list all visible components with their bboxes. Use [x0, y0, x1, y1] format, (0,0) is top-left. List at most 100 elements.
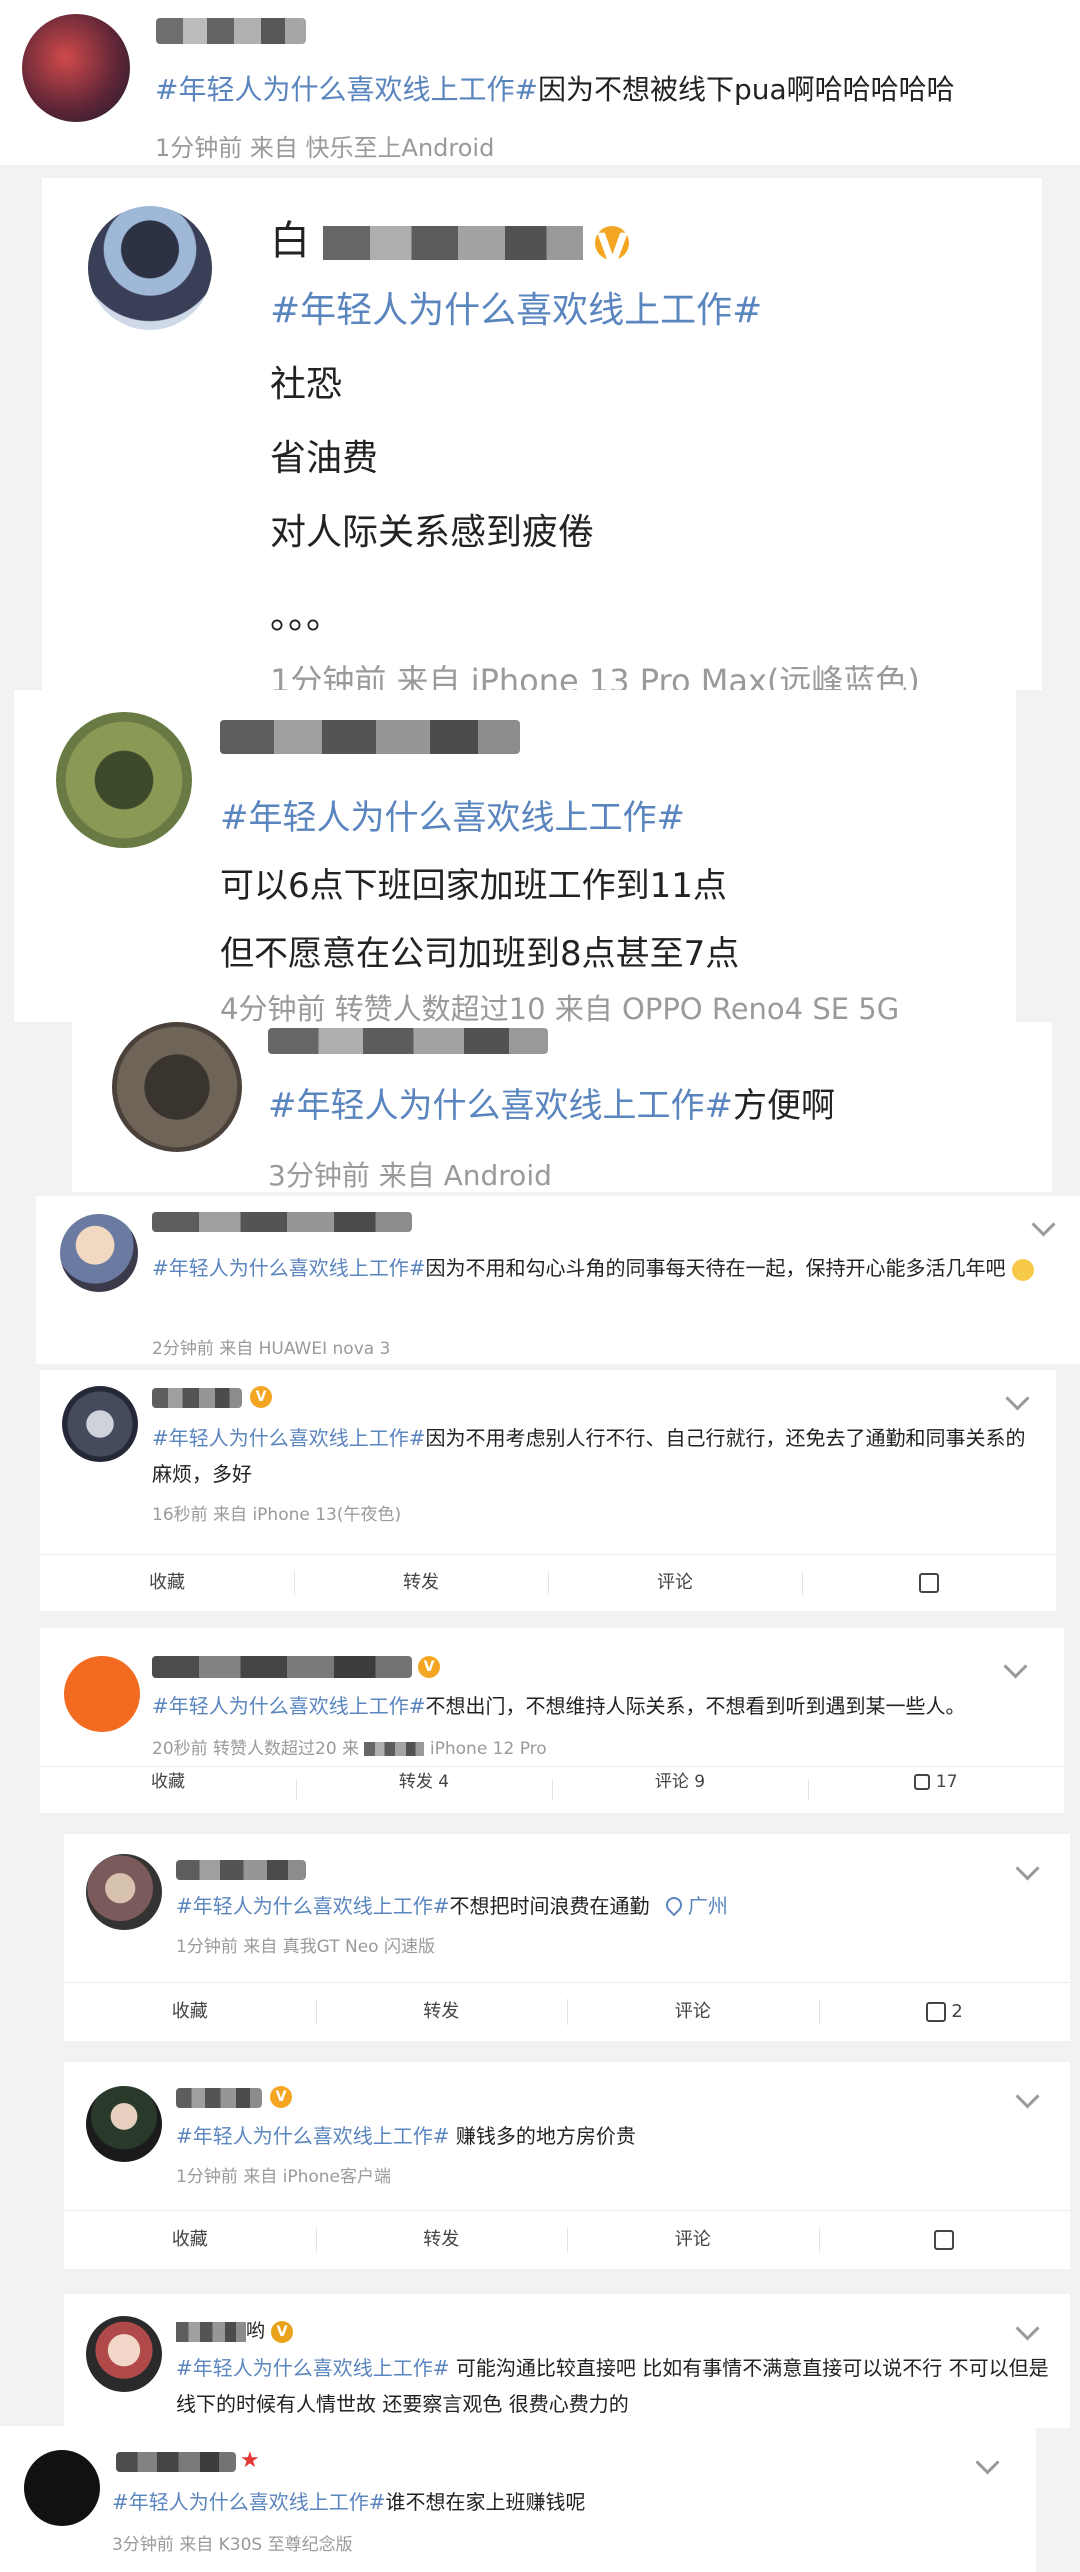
chevron-down-icon[interactable]: [1015, 1856, 1040, 1881]
repost-button[interactable]: 转发: [315, 1983, 568, 2041]
post-meta: 3分钟前 来自 Android: [268, 1159, 552, 1192]
like-button[interactable]: 17: [808, 1767, 1064, 1813]
post-meta: 1分钟前 来自 iPhone客户端: [176, 2167, 392, 2187]
avatar[interactable]: [112, 1022, 242, 1152]
verified-badge-icon: V: [270, 2086, 292, 2108]
action-bar: 收藏 转发 评论: [40, 1554, 1056, 1611]
star-badge-icon: ★: [240, 2448, 260, 2473]
thumbs-up-icon: [925, 2002, 946, 2022]
thumbs-up-icon: [934, 2230, 955, 2250]
post-text: #年轻人为什么喜欢线上工作# 可能沟通比较直接吧 比如有事情不满意直接可以说不行…: [176, 2356, 1049, 2416]
post-meta: 1分钟前 来自 真我GT Neo 闪速版: [176, 1937, 435, 1957]
username-blurred: [176, 2321, 246, 2342]
chevron-down-icon[interactable]: [975, 2450, 1000, 2475]
avatar[interactable]: [88, 206, 212, 330]
post-meta: 3分钟前 来自 K30S 至尊纪念版: [112, 2535, 353, 2555]
post-text: #年轻人为什么喜欢线上工作# 社恐 省油费 对人际关系感到疲倦 。。。: [270, 274, 762, 654]
username-blurred[interactable]: [152, 1656, 412, 1678]
like-button[interactable]: [818, 2211, 1071, 2269]
hashtag-link[interactable]: #年轻人为什么喜欢线上工作#: [152, 1694, 426, 1718]
post-meta: 16秒前 来自 iPhone 13(午夜色): [152, 1505, 402, 1525]
chevron-down-icon[interactable]: [1031, 1212, 1056, 1237]
action-bar: 收藏 转发 评论: [64, 2210, 1070, 2269]
post-card-9: V #年轻人为什么喜欢线上工作# 赚钱多的地方房价贵 1分钟前 来自 iPhon…: [64, 2062, 1070, 2269]
like-button[interactable]: [802, 1555, 1056, 1611]
emoji-icon: [1011, 1258, 1034, 1281]
repost-button[interactable]: 转发: [315, 2211, 568, 2269]
post-card-2: 白 V #年轻人为什么喜欢线上工作# 社恐 省油费 对人际关系感到疲倦 。。。 …: [42, 178, 1042, 700]
action-bar: 收藏 转发 评论 2: [64, 1982, 1070, 2041]
comment-button[interactable]: 评论 9: [552, 1767, 808, 1813]
post-card-7: V #年轻人为什么喜欢线上工作#不想出门，不想维持人际关系，不想看到听到遇到某一…: [40, 1628, 1064, 1813]
avatar[interactable]: [86, 2086, 162, 2162]
post-card-4: #年轻人为什么喜欢线上工作#方便啊 3分钟前 来自 Android: [72, 1022, 1052, 1192]
hashtag-link[interactable]: #年轻人为什么喜欢线上工作#: [270, 274, 762, 348]
verified-badge-icon: V: [250, 1386, 272, 1408]
username-blurred[interactable]: [152, 1212, 412, 1232]
location-link[interactable]: 广州: [656, 1893, 728, 1918]
post-text: #年轻人为什么喜欢线上工作#方便啊: [268, 1086, 835, 1126]
chevron-down-icon[interactable]: [1015, 2316, 1040, 2341]
username[interactable]: 白 V: [270, 208, 630, 272]
verified-badge-icon: V: [418, 1656, 440, 1678]
blurred-text: [364, 1742, 425, 1756]
post-card-10: 哟 V #年轻人为什么喜欢线上工作# 可能沟通比较直接吧 比如有事情不满意直接可…: [64, 2294, 1070, 2428]
post-text: #年轻人为什么喜欢线上工作#不想出门，不想维持人际关系，不想看到听到遇到某一些人…: [152, 1694, 966, 1718]
username-blurred[interactable]: [176, 1860, 306, 1880]
avatar[interactable]: [24, 2450, 100, 2526]
hashtag-link[interactable]: #年轻人为什么喜欢线上工作#: [220, 784, 739, 852]
chevron-down-icon[interactable]: [1015, 2084, 1040, 2109]
chevron-down-icon[interactable]: [1003, 1654, 1028, 1679]
post-text: #年轻人为什么喜欢线上工作# 赚钱多的地方房价贵: [176, 2124, 636, 2148]
favorite-button[interactable]: 收藏: [64, 1983, 316, 2041]
action-bar: 收藏 转发 4 评论 9 17: [40, 1766, 1064, 1813]
post-text: #年轻人为什么喜欢线上工作# 可以6点下班回家加班工作到11点 但不愿意在公司加…: [220, 784, 739, 988]
post-card-1: #年轻人为什么喜欢线上工作#因为不想被线下pua啊哈哈哈哈哈 1分钟前 来自 快…: [0, 0, 1080, 165]
avatar[interactable]: [22, 14, 130, 122]
thumbs-up-icon: [914, 1774, 931, 1790]
username-blurred[interactable]: [268, 1028, 548, 1054]
comment-button[interactable]: 评论: [548, 1555, 802, 1611]
avatar[interactable]: [64, 1656, 140, 1732]
hashtag-link[interactable]: #年轻人为什么喜欢线上工作#: [176, 2356, 450, 2380]
hashtag-link[interactable]: #年轻人为什么喜欢线上工作#: [112, 2490, 386, 2514]
favorite-button[interactable]: 收藏: [64, 2211, 316, 2269]
username-blurred[interactable]: [116, 2452, 236, 2472]
post-meta: 1分钟前 来自 快乐至上Android: [155, 134, 495, 162]
repost-button[interactable]: 转发: [294, 1555, 548, 1611]
hashtag-link[interactable]: #年轻人为什么喜欢线上工作#: [268, 1086, 733, 1126]
username-blurred[interactable]: [220, 720, 520, 754]
comment-button[interactable]: 评论: [567, 1983, 819, 2041]
username-blurred: [322, 226, 583, 260]
hashtag-link[interactable]: #年轻人为什么喜欢线上工作#: [152, 1426, 426, 1450]
favorite-button[interactable]: 收藏: [40, 1767, 296, 1813]
avatar[interactable]: [86, 2316, 162, 2392]
post-meta: 20秒前 转赞人数超过20 来 iPhone 12 Pro: [152, 1739, 547, 1759]
post-card-6: V #年轻人为什么喜欢线上工作#因为不用考虑别人行不行、自己行就行，还免去了通勤…: [40, 1370, 1056, 1611]
avatar[interactable]: [86, 1854, 162, 1930]
repost-button[interactable]: 转发 4: [296, 1767, 552, 1813]
post-card-11: ★ #年轻人为什么喜欢线上工作#谁不想在家上班赚钱呢 3分钟前 来自 K30S …: [0, 2426, 1036, 2572]
chevron-down-icon[interactable]: [1005, 1386, 1030, 1411]
like-button[interactable]: 2: [818, 1983, 1071, 2041]
hashtag-link[interactable]: #年轻人为什么喜欢线上工作#: [152, 1256, 426, 1280]
avatar[interactable]: [60, 1214, 138, 1292]
username[interactable]: 哟 V: [176, 2316, 294, 2343]
favorite-button[interactable]: 收藏: [40, 1555, 294, 1611]
post-card-3: #年轻人为什么喜欢线上工作# 可以6点下班回家加班工作到11点 但不愿意在公司加…: [14, 690, 1016, 1026]
username-blurred[interactable]: [152, 1388, 242, 1408]
avatar[interactable]: [56, 712, 192, 848]
post-card-8: #年轻人为什么喜欢线上工作#不想把时间浪费在通勤 广州 1分钟前 来自 真我GT…: [64, 1834, 1070, 2041]
post-text: #年轻人为什么喜欢线上工作#因为不想被线下pua啊哈哈哈哈哈: [155, 73, 955, 106]
location-pin-icon: [662, 1893, 686, 1917]
hashtag-link[interactable]: #年轻人为什么喜欢线上工作#: [176, 2124, 450, 2148]
username-blurred[interactable]: [156, 18, 306, 44]
post-meta: 2分钟前 来自 HUAWEI nova 3: [152, 1339, 391, 1359]
avatar[interactable]: [62, 1386, 138, 1462]
username-blurred[interactable]: [176, 2088, 262, 2108]
post-text: #年轻人为什么喜欢线上工作#不想把时间浪费在通勤 广州: [176, 1893, 728, 1918]
comment-button[interactable]: 评论: [567, 2211, 819, 2269]
hashtag-link[interactable]: #年轻人为什么喜欢线上工作#: [176, 1894, 450, 1918]
post-text: #年轻人为什么喜欢线上工作#因为不用考虑别人行不行、自己行就行，还免去了通勤和同…: [152, 1426, 1026, 1486]
hashtag-link[interactable]: #年轻人为什么喜欢线上工作#: [155, 73, 538, 106]
